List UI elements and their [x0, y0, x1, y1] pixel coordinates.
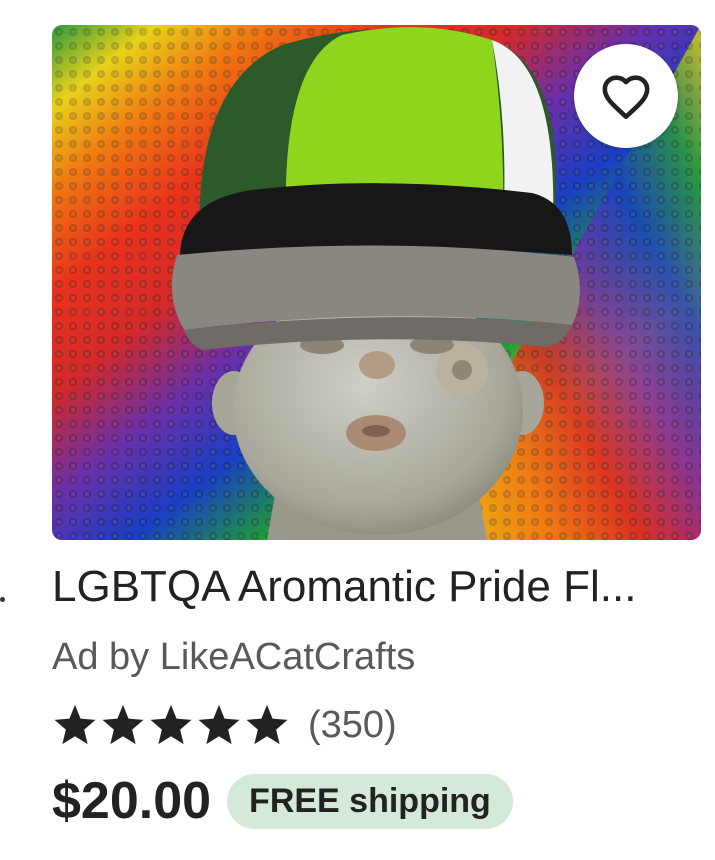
review-count: (350)	[308, 703, 397, 746]
star-filled-icon	[150, 704, 192, 745]
seller-ad-label: Ad by LikeACatCrafts	[52, 636, 416, 678]
star-filled-icon	[198, 704, 240, 745]
free-shipping-badge: FREE shipping	[227, 773, 513, 829]
star-filled-icon	[246, 704, 288, 745]
heart-outline-icon	[602, 75, 650, 120]
price: $20.00	[52, 772, 212, 830]
star-filled-icon	[54, 704, 96, 745]
listing-title[interactable]: LGBTQA Aromantic Pride Fl...	[52, 560, 692, 614]
previous-card-edge	[0, 597, 5, 602]
price-row: $20.00 FREE shipping	[52, 766, 513, 836]
star-filled-icon	[102, 704, 144, 745]
rating-row: (350)	[52, 698, 397, 752]
favorite-button[interactable]	[574, 44, 678, 148]
product-card[interactable]: LGBTQA Aromantic Pride Fl... Ad by LikeA…	[0, 0, 715, 860]
star-rating	[52, 703, 290, 747]
